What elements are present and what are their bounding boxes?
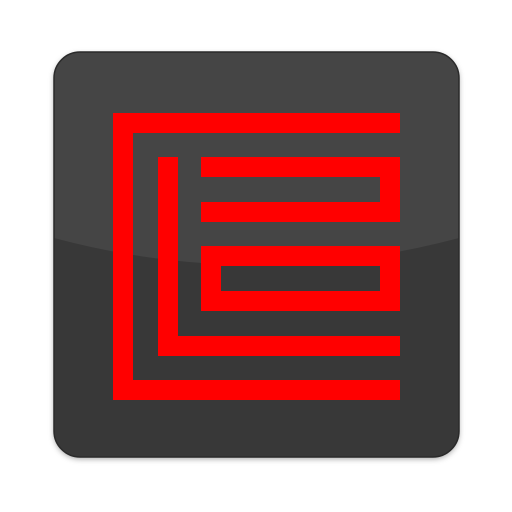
- maze-bar: [201, 246, 400, 266]
- maze-bar: [158, 157, 178, 356]
- maze-bar: [113, 113, 400, 133]
- app-icon-canvas: [0, 0, 512, 512]
- maze-bar: [380, 246, 400, 311]
- maze-bar: [158, 336, 400, 356]
- maze-logo-icon: [53, 51, 460, 458]
- maze-bar: [201, 157, 400, 177]
- maze-bar: [201, 291, 400, 311]
- maze-bar: [113, 113, 133, 400]
- maze-bar: [113, 380, 400, 400]
- maze-bar: [201, 202, 400, 222]
